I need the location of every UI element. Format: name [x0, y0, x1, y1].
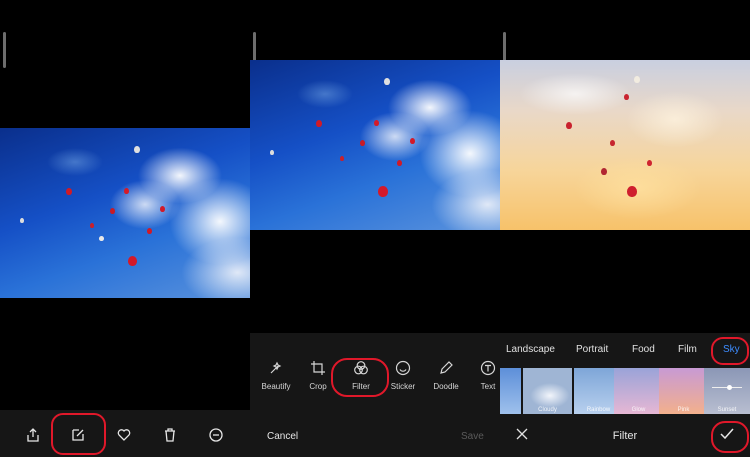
- balloon: [378, 186, 388, 197]
- filter-label: lo: [500, 407, 521, 413]
- trash-icon[interactable]: [159, 424, 181, 446]
- balloon: [647, 160, 652, 166]
- balloon: [340, 156, 344, 161]
- share-icon[interactable]: [22, 424, 44, 446]
- balloon: [610, 140, 615, 146]
- balloon: [360, 140, 365, 146]
- gallery-view-panel: [0, 0, 250, 457]
- tool-label: Text: [480, 382, 496, 391]
- highlight-ring: [331, 358, 389, 397]
- balloon: [397, 160, 402, 166]
- balloon: [566, 122, 572, 129]
- balloon: [124, 188, 129, 194]
- heart-icon[interactable]: [113, 424, 135, 446]
- tool-doodle[interactable]: Doodle: [424, 360, 468, 391]
- filter-panel: Landscape Portrait Food Film Sky lo Clou…: [500, 0, 750, 457]
- crop-icon: [311, 361, 325, 375]
- balloon: [410, 138, 415, 144]
- edit-tools-panel: Beautify Crop Filter Sticker Doodle Text…: [250, 0, 500, 457]
- slider-knob[interactable]: [727, 385, 732, 390]
- tool-label: Beautify: [261, 382, 291, 391]
- photo-filtered[interactable]: [500, 60, 750, 230]
- tool-label: Crop: [309, 382, 327, 391]
- highlight-ring: [711, 421, 749, 453]
- more-icon[interactable]: [205, 424, 227, 446]
- bottom-toolbar: [0, 410, 250, 457]
- highlight-ring: [51, 413, 106, 455]
- balloon: [110, 208, 115, 214]
- filter-thumb[interactable]: lo: [500, 368, 521, 414]
- beautify-icon: [270, 361, 282, 374]
- save-button[interactable]: Save: [461, 431, 484, 442]
- doodle-icon: [440, 361, 453, 374]
- balloon: [128, 256, 137, 266]
- balloon: [384, 78, 390, 85]
- filter-thumb-pink[interactable]: Pink: [659, 368, 708, 414]
- highlight-ring: [711, 337, 749, 365]
- filter-label: Cloudy: [538, 407, 557, 413]
- balloon: [624, 94, 629, 100]
- tool-label: Sticker: [390, 382, 416, 391]
- balloon: [270, 150, 274, 155]
- photo-balloons[interactable]: [0, 128, 250, 298]
- balloon: [90, 223, 94, 228]
- balloon: [374, 120, 379, 126]
- balloon: [601, 168, 607, 175]
- text-icon: [480, 360, 496, 376]
- balloon: [316, 120, 322, 127]
- balloon: [627, 186, 637, 197]
- tool-beautify[interactable]: Beautify: [254, 360, 298, 391]
- balloon: [99, 236, 104, 241]
- cancel-button[interactable]: Cancel: [267, 431, 298, 442]
- filter-label: Glow: [631, 407, 646, 413]
- filter-thumb-sunset[interactable]: Sunset: [704, 368, 750, 414]
- category-tab-film[interactable]: Film: [678, 344, 697, 355]
- tool-label: Doodle: [433, 382, 459, 391]
- scroll-handle[interactable]: [3, 32, 6, 68]
- filter-label: Pink: [677, 407, 690, 413]
- balloon: [66, 188, 72, 195]
- category-tab-food[interactable]: Food: [632, 344, 655, 355]
- balloon: [147, 228, 152, 234]
- tool-text[interactable]: Text: [466, 360, 500, 391]
- filter-thumb-cloudy[interactable]: Cloudy: [523, 368, 572, 414]
- filter-thumb-glow[interactable]: Glow: [614, 368, 663, 414]
- filter-label: Sunset: [717, 407, 737, 413]
- balloon: [160, 206, 165, 212]
- category-tab-portrait[interactable]: Portrait: [576, 344, 608, 355]
- balloon: [134, 146, 140, 153]
- sticker-icon: [395, 360, 411, 376]
- balloon: [20, 218, 24, 223]
- balloon: [634, 76, 640, 83]
- photo-balloons[interactable]: [250, 60, 500, 230]
- category-tab-landscape[interactable]: Landscape: [506, 344, 555, 355]
